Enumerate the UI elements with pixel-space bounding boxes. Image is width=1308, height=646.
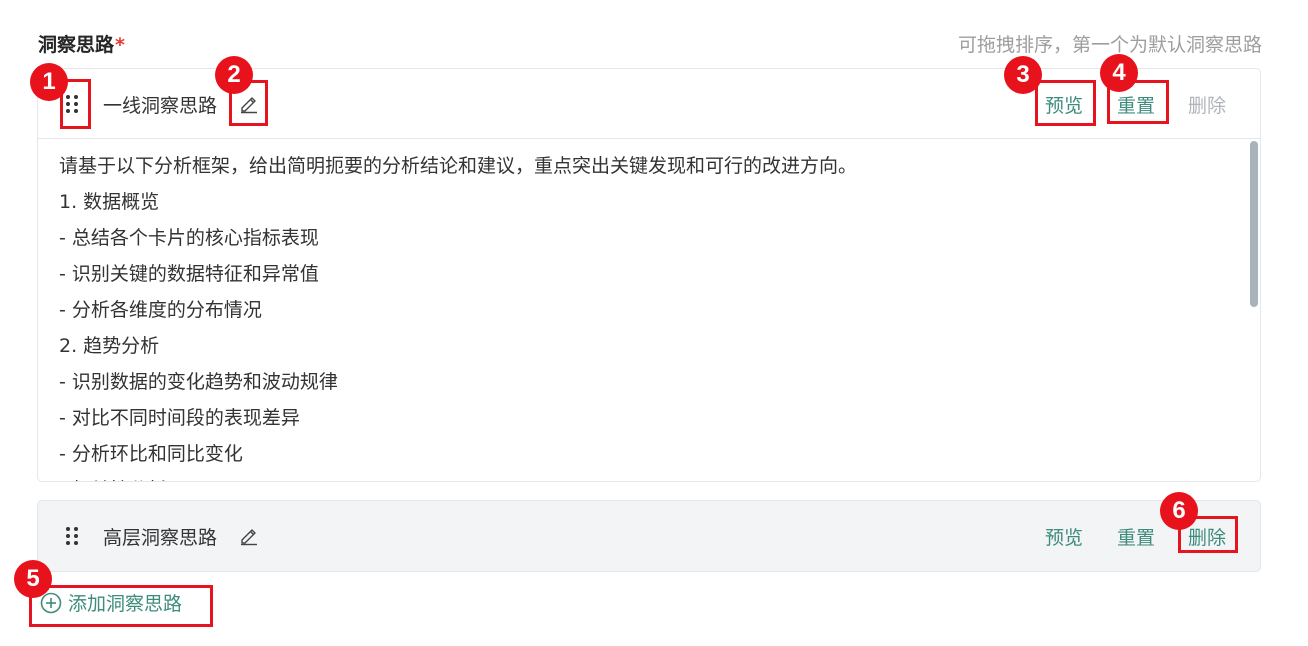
- insight-content-text[interactable]: 请基于以下分析框架，给出简明扼要的分析结论和建议，重点突出关键发现和可行的改进方…: [38, 140, 1260, 481]
- content-scrollbar[interactable]: [1250, 141, 1258, 479]
- content-line: 1. 数据概览: [59, 191, 160, 213]
- content-line: - 识别关键的数据特征和异常值: [59, 263, 319, 285]
- annotation-badge-3: 3: [1004, 56, 1042, 94]
- annotation-box-3: [1035, 80, 1096, 126]
- card-name: 一线洞察思路: [103, 95, 218, 117]
- content-line: - 分析各维度的分布情况: [59, 299, 262, 321]
- content-line: - 识别数据的变化趋势和波动规律: [59, 371, 338, 393]
- insight-card-frontline: 一线洞察思路 预览 重置 删除 请基于以下分析框架，给出简明扼要的分析结论和建议…: [37, 68, 1261, 482]
- content-line: - 相关性分析: [59, 472, 1240, 481]
- card-name: 高层洞察思路: [103, 527, 218, 549]
- annotation-badge-1: 1: [30, 63, 68, 101]
- insight-card-executive: 高层洞察思路 预览 重置 删除: [37, 500, 1261, 572]
- content-line: - 对比不同时间段的表现差异: [59, 407, 300, 429]
- insight-ideas-panel: 洞察思路* 可拖拽排序，第一个为默认洞察思路 一线洞察思路 预览 重置 删除 请…: [0, 0, 1308, 646]
- section-title: 洞察思路*: [38, 30, 125, 57]
- edit-name-icon[interactable]: [238, 524, 260, 546]
- content-line: 2. 趋势分析: [59, 335, 160, 357]
- delete-button[interactable]: 删除: [1188, 91, 1226, 118]
- preview-button[interactable]: 预览: [1045, 523, 1083, 550]
- content-line: - 分析环比和同比变化: [59, 443, 243, 465]
- required-mark: *: [115, 34, 125, 56]
- annotation-badge-2: 2: [215, 56, 253, 94]
- annotation-box-5: [29, 585, 213, 627]
- scrollbar-thumb[interactable]: [1250, 141, 1258, 307]
- reset-button[interactable]: 重置: [1117, 523, 1155, 550]
- drag-handle-icon[interactable]: [66, 527, 80, 545]
- section-title-text: 洞察思路: [38, 34, 115, 56]
- annotation-badge-4: 4: [1100, 54, 1138, 92]
- content-line: - 总结各个卡片的核心指标表现: [59, 227, 319, 249]
- section-hint: 可拖拽排序，第一个为默认洞察思路: [957, 34, 1262, 56]
- content-line: 请基于以下分析框架，给出简明扼要的分析结论和建议，重点突出关键发现和可行的改进方…: [59, 155, 858, 177]
- annotation-badge-6: 6: [1160, 492, 1198, 530]
- annotation-badge-5: 5: [14, 560, 52, 598]
- card-header: 高层洞察思路 预览 重置 删除: [38, 501, 1260, 571]
